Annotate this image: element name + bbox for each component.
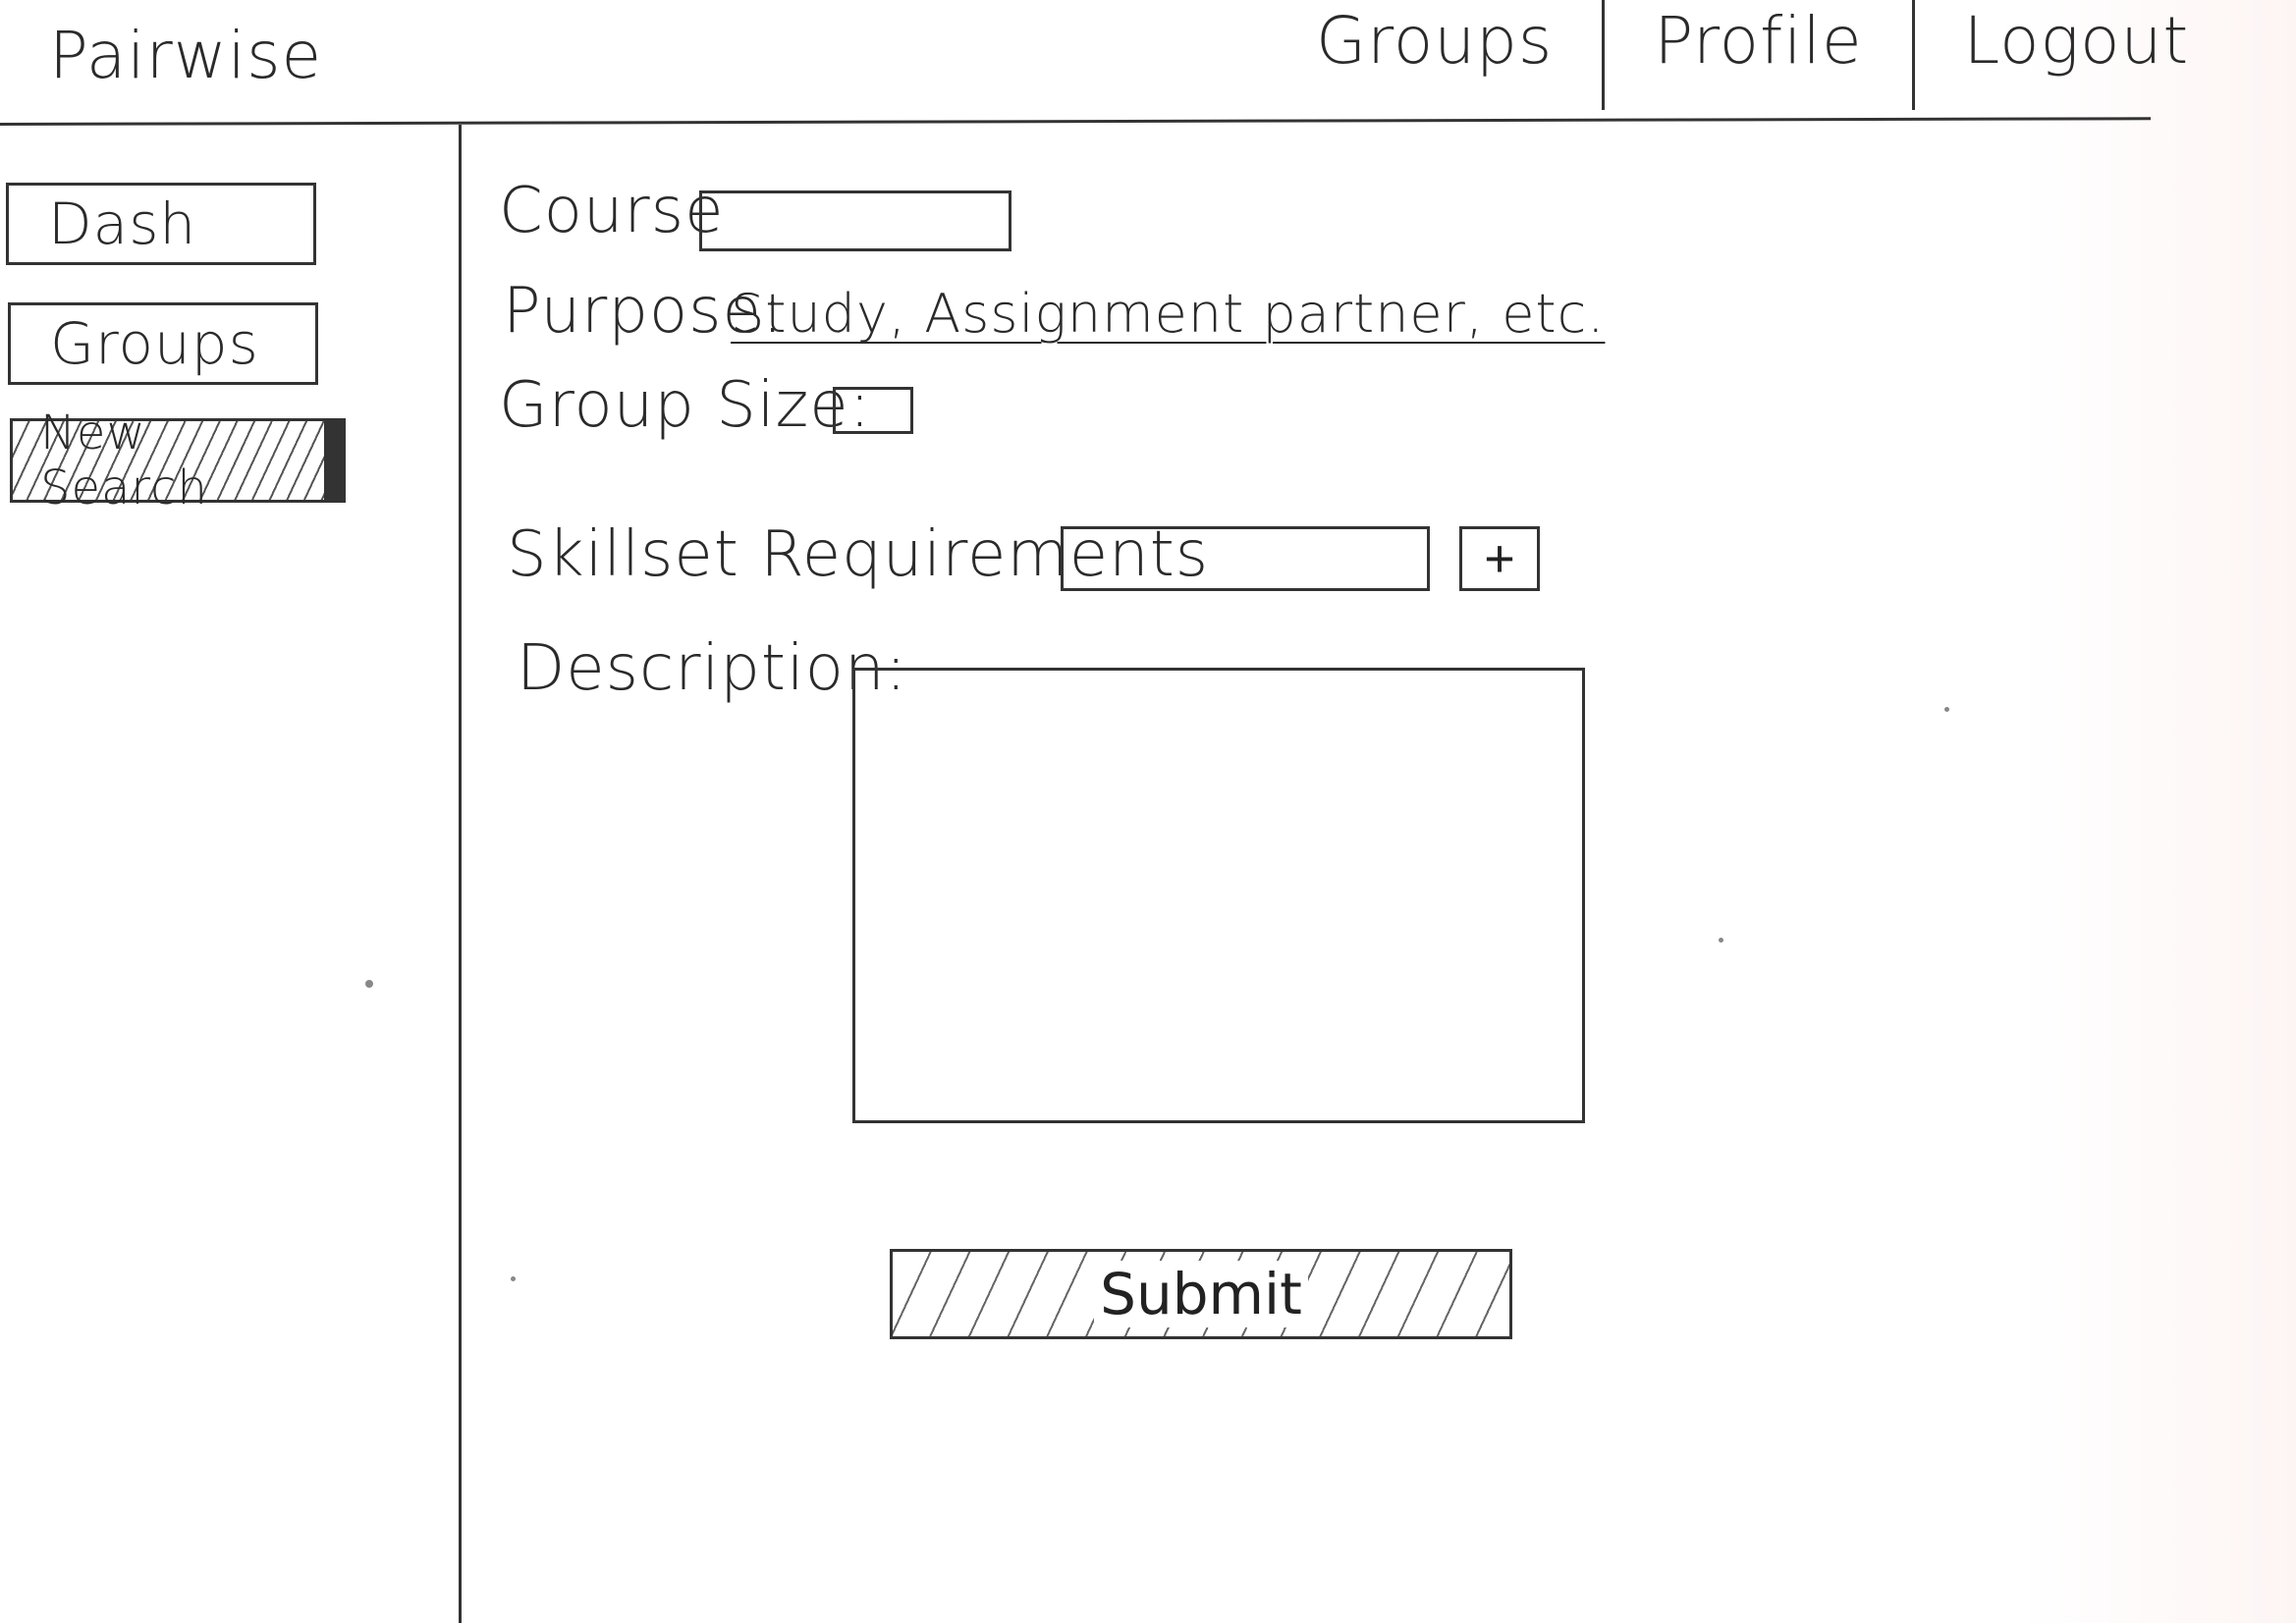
scan-speck <box>1719 938 1723 943</box>
scan-speck <box>1944 707 1949 712</box>
purpose-options[interactable]: Study, Assignment partner, etc. <box>731 283 1605 345</box>
header-divider <box>0 117 2151 126</box>
page: Pairwise Groups Profile Logout Dash Grou… <box>0 0 2296 1623</box>
description-label: Description: <box>517 632 908 705</box>
scan-speck <box>511 1276 516 1281</box>
sidebar-item-dash[interactable]: Dash <box>6 183 316 265</box>
nav-logout-link[interactable]: Logout <box>1915 0 2239 110</box>
sidebar-item-label: New Search <box>40 406 208 515</box>
sidebar-item-new-search[interactable]: New Search <box>10 406 346 515</box>
sidebar-divider <box>459 125 462 1623</box>
sidebar-item-label: Dash <box>48 190 197 257</box>
sidebar-item-label: Groups <box>50 310 259 377</box>
sidebar-item-groups[interactable]: Groups <box>8 302 318 385</box>
nav-profile-link[interactable]: Profile <box>1605 0 1911 110</box>
brand-logo: Pairwise <box>49 18 323 93</box>
course-input[interactable] <box>699 190 1011 251</box>
description-textarea[interactable] <box>852 668 1585 1123</box>
group-size-label: Group Size: <box>499 369 872 442</box>
add-skill-button[interactable]: + <box>1459 526 1540 591</box>
skillset-input[interactable] <box>1061 526 1430 591</box>
top-navigation: Groups Profile Logout <box>1267 0 2238 110</box>
group-size-input[interactable] <box>833 387 913 434</box>
course-label: Course <box>499 175 725 247</box>
scan-speck <box>365 980 373 988</box>
nav-groups-link[interactable]: Groups <box>1267 0 1602 110</box>
submit-button[interactable]: Submit <box>890 1249 1512 1339</box>
submit-button-label: Submit <box>1094 1261 1308 1327</box>
